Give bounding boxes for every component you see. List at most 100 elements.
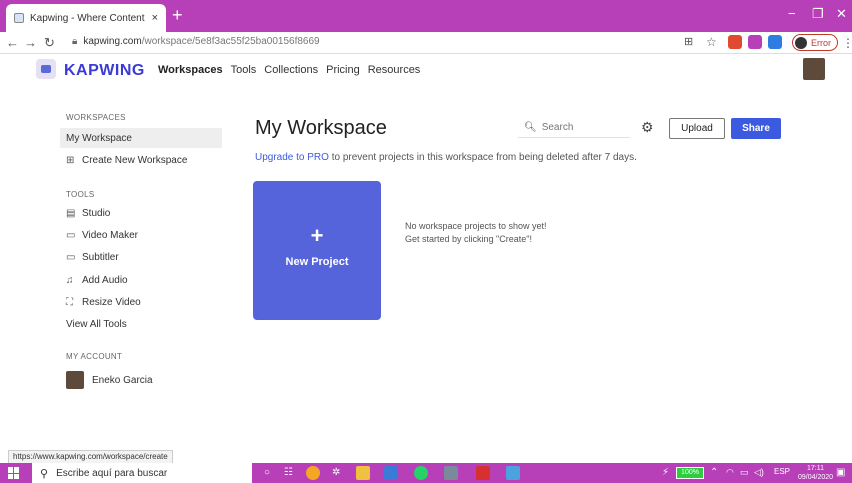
view-all-tools-link[interactable]: View All Tools: [60, 314, 222, 334]
empty-state-message: No workspace projects to show yet! Get s…: [405, 220, 547, 246]
language-indicator[interactable]: ESP: [774, 467, 790, 476]
upgrade-link[interactable]: Upgrade to PRO: [255, 152, 329, 163]
translate-icon[interactable]: ⊞: [684, 35, 693, 48]
nav-workspaces[interactable]: Workspaces: [158, 64, 223, 76]
windows-start-icon[interactable]: [8, 467, 20, 479]
top-nav: Workspaces Tools Collections Pricing Res…: [158, 64, 420, 76]
sidebar-item-label: View All Tools: [66, 318, 127, 330]
browser-titlebar: Kapwing - Where Content Creati × + − ❐ ✕: [0, 0, 852, 32]
search-icon: 🔍︎: [524, 122, 537, 133]
new-project-card[interactable]: + New Project: [253, 181, 381, 320]
extension-icon[interactable]: [748, 35, 762, 49]
extension-icon[interactable]: [728, 35, 742, 49]
sidebar-item-studio[interactable]: ▤ Studio: [60, 203, 222, 223]
create-workspace-button[interactable]: ⊞ Create New Workspace: [60, 150, 222, 170]
upgrade-notice: Upgrade to PRO to prevent projects in th…: [255, 152, 637, 163]
plus-icon: +: [310, 223, 324, 248]
app-header: KAPWING Workspaces Tools Collections Pri…: [0, 54, 852, 86]
music-note-icon: ♫: [66, 274, 74, 286]
clock-date: 09/04/2020: [798, 474, 834, 481]
minimize-button[interactable]: −: [788, 6, 796, 21]
photos-icon[interactable]: [506, 466, 520, 480]
sidebar-item-subtitler[interactable]: ▭ Subtitler: [60, 247, 222, 267]
file-explorer-icon[interactable]: [356, 466, 370, 480]
url-domain: kapwing.com: [83, 36, 142, 47]
url-field[interactable]: 🔒︎ kapwing.com/workspace/5e8f3ac55f25ba00…: [72, 36, 320, 47]
extension-icon[interactable]: [768, 35, 782, 49]
plus-box-icon: ⊞: [66, 154, 75, 166]
whatsapp-icon[interactable]: [414, 466, 428, 480]
video-camera-icon: ▭: [66, 229, 76, 241]
reload-icon[interactable]: ↻: [44, 35, 55, 51]
upgrade-text: to prevent projects in this workspace fr…: [328, 152, 637, 163]
page-title: My Workspace: [255, 117, 387, 139]
tab-close-icon[interactable]: ×: [152, 12, 158, 24]
power-plug-icon[interactable]: ⚡︎: [662, 467, 669, 478]
bookmark-star-icon[interactable]: ☆: [706, 35, 717, 49]
tab-title: Kapwing - Where Content Creati: [30, 12, 146, 24]
account-section-label: MY ACCOUNT: [66, 352, 123, 361]
tools-section-label: TOOLS: [66, 190, 95, 199]
settings-icon[interactable]: ✲: [332, 467, 340, 478]
share-button[interactable]: Share: [731, 118, 781, 139]
app-icon[interactable]: [384, 466, 398, 480]
account-name: Eneko Garcia: [92, 374, 153, 386]
kapwing-logo-icon[interactable]: [36, 59, 56, 79]
mcafee-icon[interactable]: [476, 466, 490, 480]
nav-resources[interactable]: Resources: [368, 64, 421, 76]
nav-tools[interactable]: Tools: [231, 64, 257, 76]
browser-status-url: https://www.kapwing.com/workspace/create: [8, 450, 173, 464]
sidebar-item-video-maker[interactable]: ▭ Video Maker: [60, 225, 222, 245]
empty-line-2: Get started by clicking "Create"!: [405, 234, 532, 244]
restore-button[interactable]: ❐: [812, 6, 824, 22]
chevron-up-icon[interactable]: ⌃: [710, 467, 718, 478]
sidebar-item-my-workspace[interactable]: My Workspace: [60, 128, 222, 148]
battery-icon[interactable]: ▭: [740, 467, 749, 478]
subtitles-icon: ▭: [66, 251, 76, 263]
workspaces-section-label: WORKSPACES: [66, 113, 126, 122]
upload-button[interactable]: Upload: [669, 118, 725, 139]
wifi-icon[interactable]: ◠: [726, 467, 734, 478]
empty-line-1: No workspace projects to show yet!: [405, 221, 547, 231]
chrome-icon[interactable]: [306, 466, 320, 480]
new-tab-button[interactable]: +: [172, 5, 183, 25]
account-avatar: [66, 371, 84, 389]
lock-icon: 🔒︎: [72, 36, 78, 47]
address-bar: ← → ↻ 🔒︎ kapwing.com/workspace/5e8f3ac55f…: [0, 32, 852, 54]
search-icon: ⚲: [40, 467, 49, 480]
app-icon[interactable]: [444, 466, 458, 480]
taskbar-clock[interactable]: 17:11 09/04/2020: [798, 464, 833, 482]
profile-status: Error: [811, 37, 831, 48]
logo-text[interactable]: KAPWING: [64, 62, 145, 80]
sidebar-item-account[interactable]: Eneko Garcia: [60, 370, 222, 390]
sidebar-item-label: My Workspace: [66, 132, 132, 144]
browser-menu-icon[interactable]: ⋮: [842, 36, 852, 50]
resize-icon: ⛶: [66, 296, 73, 308]
sidebar-item-resize-video[interactable]: ⛶ Resize Video: [60, 292, 222, 312]
clock-time: 17:11: [807, 465, 825, 472]
battery-indicator[interactable]: 100%: [676, 467, 704, 479]
kapwing-favicon-icon: [14, 13, 24, 23]
window-close-button[interactable]: ✕: [836, 6, 847, 22]
forward-arrow-icon[interactable]: →: [24, 35, 37, 50]
settings-gear-icon[interactable]: ⚙: [641, 119, 654, 136]
notifications-icon[interactable]: ▣: [836, 467, 845, 478]
user-avatar[interactable]: [803, 58, 825, 80]
search-box[interactable]: 🔍︎: [518, 118, 630, 138]
sidebar-item-label: Resize Video: [82, 296, 141, 308]
sidebar-item-add-audio[interactable]: ♫ Add Audio: [60, 270, 222, 290]
nav-pricing[interactable]: Pricing: [326, 64, 360, 76]
profile-error-button[interactable]: Error: [792, 34, 838, 51]
sidebar-item-label: Video Maker: [82, 229, 138, 241]
sidebar-item-label: Add Audio: [82, 274, 128, 286]
cortana-icon[interactable]: ○: [264, 467, 270, 478]
nav-collections[interactable]: Collections: [264, 64, 318, 76]
search-input[interactable]: [541, 122, 622, 133]
windows-taskbar: ⚲ Escribe aquí para buscar ○ ☷ ✲ ⚡︎ 100%…: [0, 463, 852, 483]
volume-icon[interactable]: ◁): [754, 467, 764, 478]
taskbar-search[interactable]: ⚲ Escribe aquí para buscar: [32, 463, 252, 483]
task-view-icon[interactable]: ☷: [284, 467, 293, 478]
profile-avatar: [795, 36, 807, 49]
back-arrow-icon[interactable]: ←: [6, 35, 19, 50]
browser-tab[interactable]: Kapwing - Where Content Creati ×: [6, 4, 166, 32]
